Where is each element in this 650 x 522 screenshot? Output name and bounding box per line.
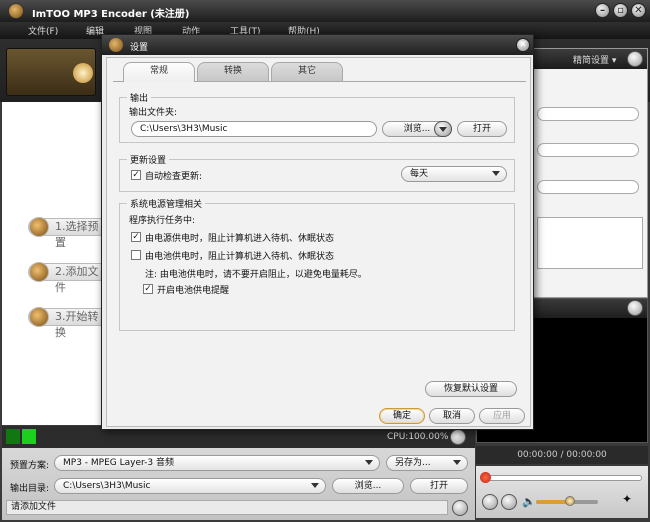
profile-mode-dropdown[interactable]: 精简设置 ▾ <box>573 53 616 66</box>
play-icon[interactable] <box>482 494 498 510</box>
level-meter-right <box>22 429 36 444</box>
during-task-label: 程序执行任务中: <box>129 216 196 226</box>
restore-button[interactable]: ▫ <box>613 3 628 18</box>
output-group-title: 输出 <box>127 91 152 104</box>
power-group-title: 系统电源管理相关 <box>127 197 206 210</box>
add-file-hint: 请添加文件 <box>6 500 448 515</box>
step-start-convert: 3.开始转换 <box>28 307 108 339</box>
cancel-button[interactable]: 取消 <box>429 408 475 424</box>
bottom-panel: 预置方案: MP3 - MPEG Layer-3 音频 另存为... 输出目录:… <box>2 448 475 520</box>
browse-button[interactable]: 浏览... <box>332 478 404 494</box>
check-icon: ✓ <box>132 232 140 242</box>
main-title-bar: ImTOO MP3 Encoder (未注册) – ▫ ✕ <box>0 0 650 22</box>
output-dir-label: 输出目录: <box>10 484 50 494</box>
auto-update-checkbox[interactable]: ✓ <box>131 170 141 180</box>
preset-icon <box>29 217 49 237</box>
output-folder-input[interactable]: C:\Users\3H3\Music <box>131 121 377 137</box>
volume-handle[interactable] <box>565 496 576 506</box>
dialog-open-button[interactable]: 打开 <box>457 121 507 137</box>
profile-field-1[interactable] <box>537 107 639 121</box>
settings-icon <box>109 38 123 52</box>
browse-dropdown-button[interactable] <box>434 121 452 137</box>
menu-file[interactable]: 文件(F) <box>28 24 58 37</box>
check-icon: ✓ <box>132 170 140 180</box>
app-logo-icon <box>8 3 24 19</box>
battery-reminder-label: 开启电池供电提醒 <box>157 286 230 296</box>
minimize-button[interactable]: – <box>595 3 610 18</box>
preview-arrow-icon[interactable] <box>627 300 643 316</box>
check-icon: ✓ <box>144 284 152 294</box>
profile-field-4[interactable] <box>537 217 643 269</box>
dialog-title: 设置 <box>130 43 149 53</box>
restore-defaults-button[interactable]: 恢复默认设置 <box>425 381 517 397</box>
chevron-down-icon <box>439 127 447 132</box>
chevron-down-icon <box>492 171 500 176</box>
apply-button[interactable]: 应用 <box>479 408 525 424</box>
add-disc-button[interactable] <box>6 48 96 96</box>
volume-icon[interactable]: 🔈 <box>522 495 536 508</box>
update-frequency-select[interactable]: 每天 <box>401 166 507 182</box>
battery-reminder-checkbox[interactable]: ✓ <box>143 284 153 294</box>
chevron-down-icon <box>453 460 461 465</box>
dialog-body: 常规 转换 其它 输出 输出文件夹: C:\Users\3H3\Music 浏览… <box>106 57 531 427</box>
tab-convert[interactable]: 转换 <box>197 62 269 81</box>
chevron-down-icon <box>311 483 319 488</box>
tab-other[interactable]: 其它 <box>271 62 343 81</box>
cpu-settings-icon[interactable] <box>450 429 466 445</box>
auto-update-label: 自动检查更新: <box>145 172 203 182</box>
seek-bar[interactable] <box>482 475 642 481</box>
stop-icon[interactable] <box>501 494 517 510</box>
save-as-button[interactable]: 另存为... <box>386 455 468 471</box>
preset-label: 预置方案: <box>10 461 50 471</box>
playback-time: 00:00:00 / 00:00:00 <box>476 446 648 464</box>
level-meter-left <box>6 429 20 444</box>
output-dir-select[interactable]: C:\Users\3H3\Music <box>54 478 326 494</box>
settings-dialog: 设置 ✕ 常规 转换 其它 输出 输出文件夹: C:\Users\3H3\Mus… <box>101 34 534 430</box>
battery-power-checkbox[interactable] <box>131 250 141 260</box>
output-folder-label: 输出文件夹: <box>129 108 178 118</box>
disc-icon <box>73 63 93 83</box>
step-select-preset: 1.选择预置 <box>28 217 108 249</box>
preset-select[interactable]: MP3 - MPEG Layer-3 音频 <box>54 455 380 471</box>
options-icon[interactable] <box>452 500 468 516</box>
app-title: ImTOO MP3 Encoder (未注册) <box>32 9 190 20</box>
update-group-title: 更新设置 <box>127 153 170 166</box>
battery-note: 注: 由电池供电时，请不要开启阻止，以避免电量耗尽。 <box>145 270 367 280</box>
add-file-icon <box>29 262 49 282</box>
cpu-usage: CPU:100.00% <box>387 432 449 442</box>
profile-field-3[interactable] <box>537 180 639 194</box>
battery-power-label: 由电池供电时，阻止计算机进入待机、休眠状态 <box>145 252 335 262</box>
dialog-close-button[interactable]: ✕ <box>516 38 530 52</box>
tab-general[interactable]: 常规 <box>123 62 195 82</box>
ac-power-label: 由电源供电时，阻止计算机进入待机、休眠状态 <box>145 234 335 244</box>
open-button[interactable]: 打开 <box>410 478 468 494</box>
panel-next-arrow-icon[interactable] <box>627 51 643 67</box>
step-add-files: 2.添加文件 <box>28 262 108 294</box>
convert-icon <box>29 307 49 327</box>
profile-field-2[interactable] <box>537 143 639 157</box>
seek-handle[interactable] <box>480 472 491 483</box>
close-window-button[interactable]: ✕ <box>631 3 646 18</box>
ok-button[interactable]: 确定 <box>379 408 425 424</box>
snapshot-icon[interactable]: ✦ <box>622 492 632 506</box>
ac-power-checkbox[interactable]: ✓ <box>131 232 141 242</box>
player-controls: 🔈 ✦ <box>476 466 648 518</box>
dialog-title-bar: 设置 ✕ <box>102 35 533 55</box>
chevron-down-icon <box>365 460 373 465</box>
